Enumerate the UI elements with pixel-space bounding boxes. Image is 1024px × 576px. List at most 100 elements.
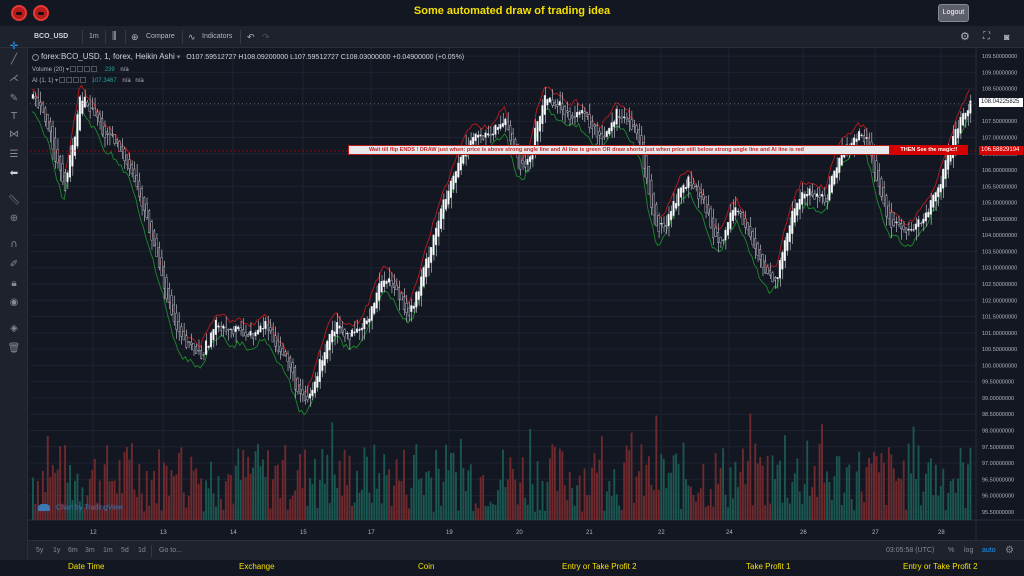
chart-toolbar: BCO_USD 1m ⫼ ⊕ Compare ∿ Indicators ↶ ↷ …	[0, 26, 1024, 48]
settings-gear-icon[interactable]: ⚙	[960, 26, 970, 48]
volume-bar	[346, 485, 349, 520]
candle-body	[746, 222, 749, 230]
range-5d[interactable]: 5d	[121, 541, 129, 561]
candle-body	[808, 188, 811, 196]
candle-body	[200, 350, 203, 359]
volume-bar	[244, 477, 247, 520]
interval-button[interactable]: 1m	[89, 26, 99, 48]
fullscreen-icon[interactable]: ⛶	[983, 26, 990, 48]
volume-bar	[331, 422, 334, 520]
price-chart[interactable]: 109.50000000 109.00000000 108.50000000 108.…	[28, 48, 1024, 540]
candle-body	[726, 222, 729, 236]
time-tick-label: 17	[368, 530, 375, 536]
ai-indicator-label[interactable]: AI (1, 1)	[32, 78, 53, 84]
volume-bar	[385, 475, 388, 520]
range-1d[interactable]: 1d	[138, 541, 146, 561]
candle-body	[521, 160, 524, 164]
volume-bar	[737, 487, 739, 520]
candle-body	[118, 141, 121, 152]
candle-body	[942, 168, 945, 189]
candle-body	[407, 307, 410, 316]
volume-bar	[806, 440, 809, 520]
back-arrow-icon[interactable]: ⬅	[6, 167, 22, 181]
logout-button[interactable]: Logout	[938, 4, 969, 22]
stay-drawing-icon[interactable]: ✐	[6, 258, 22, 272]
fib-tool-icon[interactable]: ⋌	[6, 72, 22, 86]
volume-bar	[754, 443, 757, 520]
magnet-icon[interactable]: ∩	[6, 238, 22, 252]
volume-bar	[912, 426, 915, 520]
candle-body	[373, 302, 376, 314]
prediction-tool-icon[interactable]: ☰	[6, 148, 22, 162]
volume-label[interactable]: Volume (20)	[32, 67, 64, 73]
redo-icon[interactable]: ↷	[262, 26, 270, 48]
eye-icon[interactable]: ◉	[6, 296, 22, 310]
ruler-icon[interactable]: 📏︎	[6, 194, 22, 208]
range-1y[interactable]: 1y	[53, 541, 60, 561]
price-tick-label: 104.50000000	[982, 217, 1017, 223]
candle-body	[365, 320, 368, 324]
candle-body	[44, 107, 47, 122]
range-3m[interactable]: 3m	[85, 541, 95, 561]
volume-bar	[128, 459, 131, 520]
volume-bar	[459, 438, 462, 520]
log-scale-button[interactable]: log	[964, 541, 973, 561]
goto-button[interactable]: Go to...	[159, 541, 182, 561]
candle-body	[890, 212, 893, 228]
range-1m[interactable]: 1m	[103, 541, 113, 561]
indicators-icon[interactable]: ∿	[188, 26, 196, 48]
indicators-button[interactable]: Indicators	[202, 26, 232, 48]
compare-icon[interactable]: ⊕	[131, 26, 139, 48]
footer-exchange: Exchange	[239, 562, 275, 571]
volume-bar	[353, 502, 356, 520]
symbol-search-button[interactable]: BCO_USD	[34, 26, 68, 48]
volume-bar	[276, 464, 279, 520]
current-price-badge: 108.04225825	[979, 98, 1023, 107]
range-6m[interactable]: 6m	[68, 541, 78, 561]
volume-bar	[457, 510, 460, 520]
volume-bar	[882, 462, 885, 520]
zoom-in-icon[interactable]: ⊕	[6, 212, 22, 226]
settings-gear-icon[interactable]: ⚙	[1005, 541, 1014, 561]
camera-icon[interactable]: ◙	[1004, 26, 1009, 48]
candle-body	[155, 238, 158, 257]
range-5y[interactable]: 5y	[36, 541, 43, 561]
lock-icon[interactable]: 🔒︎	[6, 277, 22, 291]
trend-line-icon[interactable]: ╱	[6, 53, 22, 67]
candle-body	[773, 277, 776, 281]
brush-icon[interactable]: ✎	[6, 92, 22, 106]
layers-icon[interactable]: ◈	[6, 322, 22, 336]
compare-button[interactable]: Compare	[146, 26, 175, 48]
percent-scale-button[interactable]: %	[948, 541, 954, 561]
volume-bar	[445, 444, 447, 520]
chart-style-icon[interactable]: ⫼	[112, 26, 117, 48]
crosshair-icon[interactable]: ✛	[6, 40, 22, 54]
volume-bar	[801, 503, 804, 520]
auto-scale-button[interactable]: auto	[982, 541, 996, 561]
volume-bar	[675, 453, 678, 520]
candle-body	[269, 327, 272, 332]
volume-bar	[571, 487, 574, 520]
volume-bar	[751, 505, 754, 520]
legend-dropdown-icon[interactable]: ▾	[177, 54, 181, 61]
candle-body	[197, 350, 200, 352]
text-tool-icon[interactable]: T	[6, 110, 22, 124]
trash-icon[interactable]: 🗑︎	[6, 342, 22, 356]
candle-body	[286, 353, 289, 362]
volume-bar	[442, 481, 445, 520]
candle-body	[353, 331, 356, 334]
undo-icon[interactable]: ↶	[247, 26, 255, 48]
volume-na: n/a	[120, 67, 129, 73]
candle-body	[776, 277, 779, 279]
candle-body	[764, 260, 767, 274]
volume-bar	[734, 462, 737, 520]
candle-body	[902, 225, 905, 230]
volume-bar	[160, 510, 163, 520]
candle-body	[229, 328, 232, 330]
volume-bar	[521, 457, 524, 520]
pattern-tool-icon[interactable]: ⋈	[6, 128, 22, 142]
candle-body	[598, 131, 601, 136]
candle-body	[420, 276, 423, 296]
candle-body	[341, 326, 344, 333]
tradingview-watermark[interactable]: Chart by TradingView	[38, 504, 123, 511]
